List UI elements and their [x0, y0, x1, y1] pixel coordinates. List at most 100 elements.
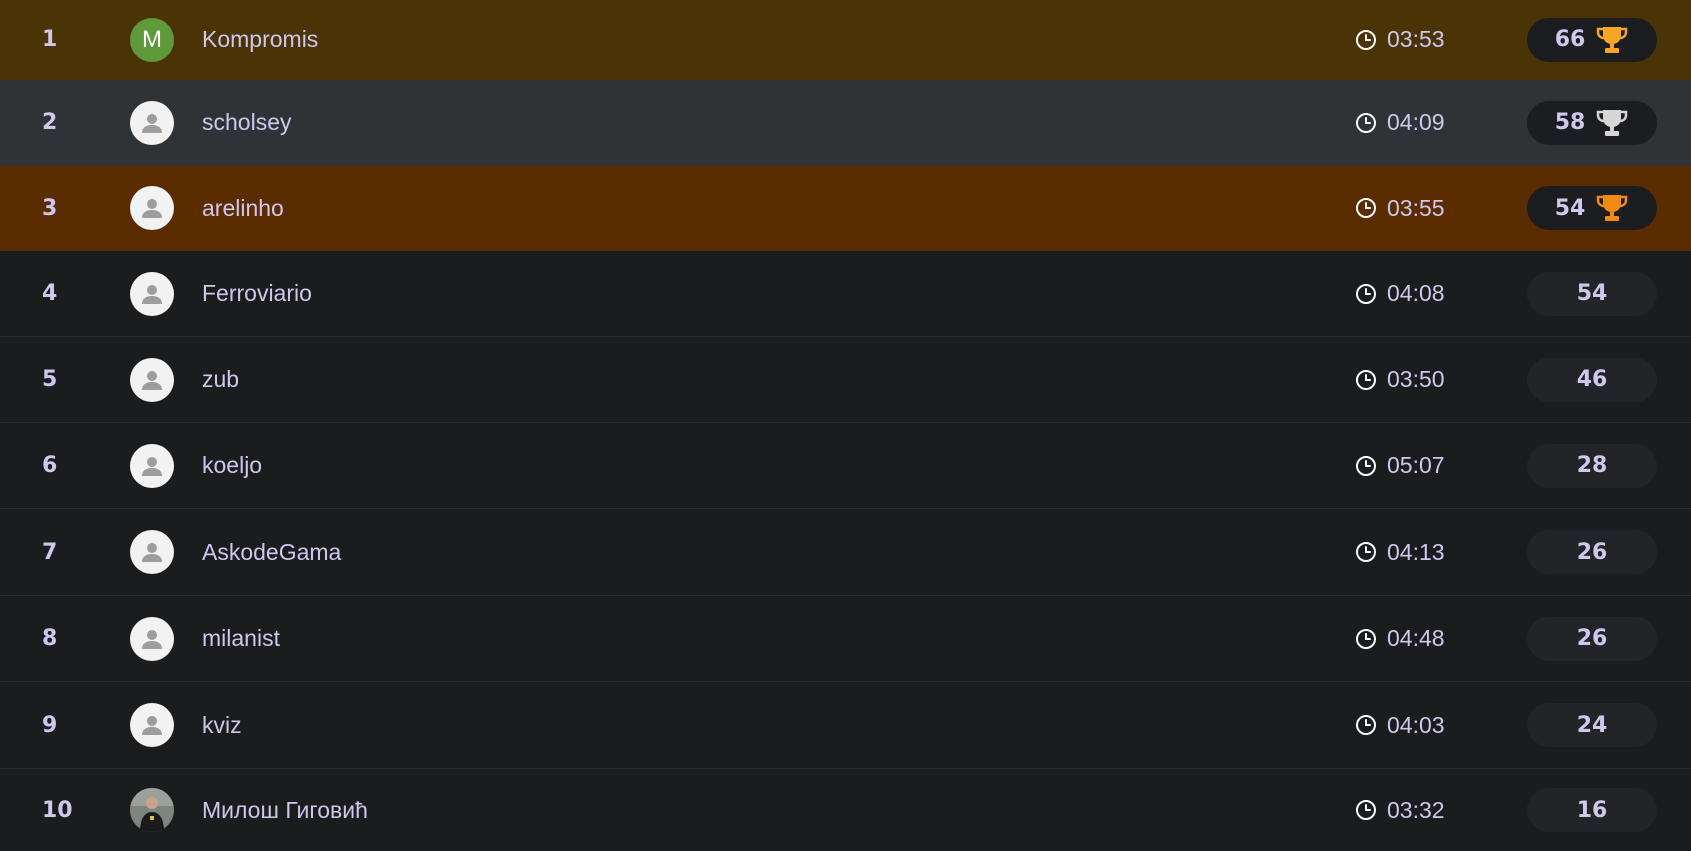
time-display: 04:08 [1355, 280, 1445, 307]
rank-number: 10 [42, 797, 73, 823]
score-badge: 46 [1527, 357, 1657, 402]
user-icon [142, 456, 162, 476]
player-name[interactable]: arelinho [202, 195, 284, 222]
avatar-letter: M [142, 25, 162, 53]
clock-icon [1356, 542, 1376, 562]
clock-icon [1356, 198, 1376, 218]
time-value: 04:09 [1387, 109, 1445, 135]
time-value: 04:08 [1387, 280, 1445, 306]
avatar [130, 357, 174, 402]
time-value: 05:07 [1387, 452, 1445, 478]
leaderboard-row[interactable]: 6 koeljo 05:07 28 [0, 423, 1691, 509]
leaderboard-row[interactable]: 9 kviz 04:03 24 [0, 682, 1691, 769]
player-name[interactable]: koeljo [202, 452, 262, 479]
score-badge: 26 [1527, 616, 1657, 661]
time-display: 05:07 [1355, 452, 1445, 479]
trophy-bronze-icon [1595, 193, 1629, 223]
time-display: 04:09 [1355, 109, 1445, 136]
user-icon [142, 199, 162, 218]
leaderboard-row[interactable]: 1 M Kompromis 03:53 66 [0, 0, 1691, 80]
rank-number: 6 [42, 453, 58, 478]
avatar [130, 530, 174, 574]
time-value: 04:13 [1387, 538, 1445, 565]
score-value: 16 [1576, 797, 1608, 823]
time-display: 04:13 [1355, 539, 1445, 566]
avatar: M [130, 17, 174, 62]
score-value: 28 [1576, 453, 1608, 478]
time-display: 03:53 [1355, 26, 1445, 53]
avatar [130, 100, 174, 145]
user-icon [142, 629, 162, 649]
avatar [130, 616, 174, 661]
score-badge: 28 [1527, 443, 1657, 488]
score-badge: 54 [1527, 271, 1657, 316]
leaderboard-row[interactable]: 2 scholsey 04:09 58 [0, 80, 1691, 166]
player-name[interactable]: milanist [202, 625, 280, 652]
player-name[interactable]: Милош Гиговић [202, 797, 368, 824]
leaderboard-row[interactable]: 4 Ferroviario 04:08 54 [0, 251, 1691, 337]
rank-number: 7 [42, 539, 58, 565]
rank-number: 8 [42, 626, 58, 651]
score-value: 46 [1576, 367, 1608, 392]
score-value: 58 [1554, 110, 1586, 135]
time-value: 03:50 [1387, 366, 1445, 392]
score-badge: 16 [1527, 788, 1657, 832]
clock-icon [1356, 800, 1376, 820]
time-value: 03:55 [1387, 194, 1445, 221]
rank-number: 3 [42, 195, 58, 221]
trophy-silver-icon [1595, 108, 1629, 138]
clock-icon [1356, 283, 1376, 304]
user-icon [142, 716, 162, 735]
clock-icon [1356, 112, 1376, 133]
user-icon [142, 284, 162, 304]
leaderboard-row[interactable]: 8 milanist 04:48 26 [0, 596, 1691, 682]
user-icon [142, 113, 162, 133]
rank-number: 9 [42, 712, 58, 738]
trophy-gold-icon [1595, 25, 1629, 55]
score-value: 54 [1554, 195, 1586, 221]
time-value: 04:03 [1387, 711, 1445, 738]
leaderboard-row[interactable]: 10 Милош Гиговић 03:32 16 [0, 769, 1691, 851]
leaderboard-row[interactable]: 5 zub 03:50 46 [0, 337, 1691, 423]
player-name[interactable]: AskodeGama [202, 539, 341, 566]
leaderboard-row[interactable]: 3 arelinho 03:55 54 [0, 166, 1691, 251]
score-value: 54 [1576, 281, 1608, 306]
score-badge: 26 [1527, 530, 1657, 574]
score-badge: 24 [1527, 703, 1657, 747]
score-value: 26 [1576, 539, 1608, 565]
rank-number: 1 [42, 27, 58, 52]
avatar [130, 703, 174, 747]
user-icon [142, 543, 162, 562]
rank-number: 5 [42, 367, 58, 392]
player-name[interactable]: zub [202, 366, 239, 393]
score-value: 24 [1576, 712, 1608, 738]
leaderboard: 1 M Kompromis 03:53 66 2 scholsey 04:09 … [0, 0, 1691, 851]
time-value: 03:53 [1387, 26, 1445, 52]
avatar [130, 186, 174, 230]
score-badge: 66 [1527, 17, 1657, 62]
time-display: 03:50 [1355, 366, 1445, 393]
clock-icon [1356, 455, 1376, 476]
player-name[interactable]: kviz [202, 712, 242, 739]
rank-number: 2 [42, 110, 58, 135]
avatar [130, 443, 174, 488]
time-value: 04:48 [1387, 625, 1445, 651]
clock-icon [1356, 628, 1376, 649]
time-display: 03:32 [1355, 797, 1445, 824]
score-value: 26 [1576, 626, 1608, 651]
score-badge: 54 [1527, 186, 1657, 230]
avatar [130, 788, 174, 832]
leaderboard-row[interactable]: 7 AskodeGama 04:13 26 [0, 509, 1691, 596]
score-value: 66 [1554, 27, 1586, 52]
profile-photo [130, 788, 174, 832]
rank-number: 4 [42, 281, 58, 306]
clock-icon [1356, 715, 1376, 735]
player-name[interactable]: scholsey [202, 109, 291, 136]
user-icon [142, 370, 162, 390]
player-name[interactable]: Kompromis [202, 26, 318, 53]
score-badge: 58 [1527, 100, 1657, 145]
player-name[interactable]: Ferroviario [202, 280, 312, 307]
time-display: 04:03 [1355, 712, 1445, 739]
time-display: 04:48 [1355, 625, 1445, 652]
time-display: 03:55 [1355, 195, 1445, 222]
